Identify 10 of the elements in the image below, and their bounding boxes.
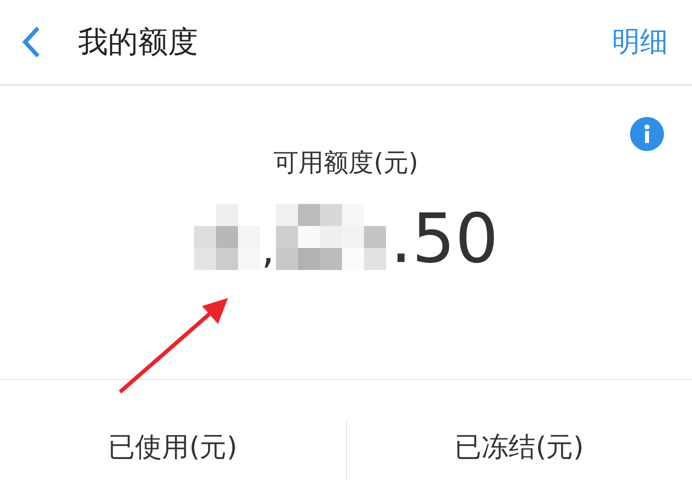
back-icon[interactable] [20,25,42,59]
available-credit-amount: .50 [390,206,498,274]
thousands-separator: , [262,230,274,270]
info-icon[interactable] [630,117,664,151]
details-link[interactable]: 明细 [612,21,668,63]
available-credit-label: 可用额度(元) [274,147,418,179]
summary-label: 已使用(元) [108,430,238,464]
blurred-digits-drawing [194,204,260,270]
page-title: 我的额度 [78,24,198,62]
summary-label: 已冻结(元) [454,430,584,464]
